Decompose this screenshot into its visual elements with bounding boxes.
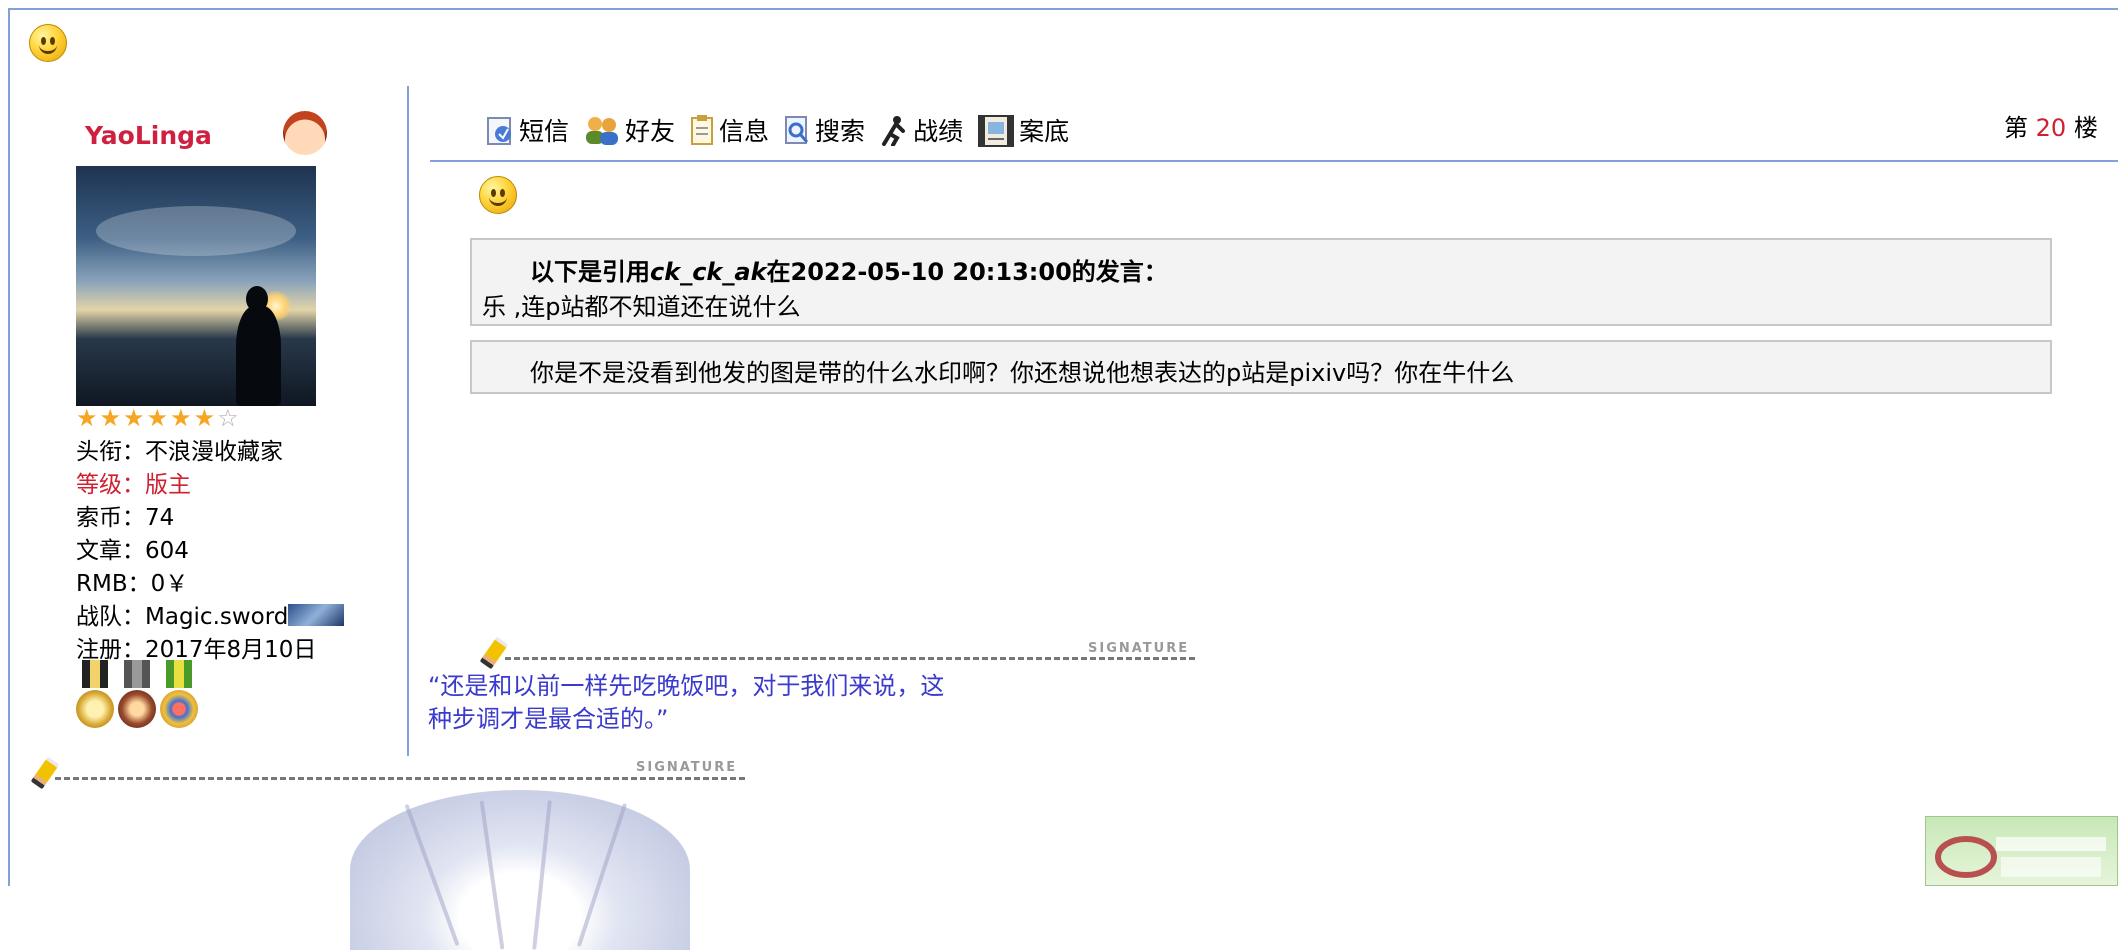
rank-stars: ★ ★ ★ ★ ★ ★ ☆ <box>76 406 239 430</box>
post-smiley-icon <box>479 176 517 214</box>
signature-divider <box>505 657 1195 660</box>
signature-text: “还是和以前一样先吃晚饭吧，对于我们来说，这种步调才是最合适的。” <box>428 672 945 733</box>
toolbar-friends-button[interactable]: 好友 <box>583 112 675 148</box>
author-username[interactable]: YaoLinga <box>85 121 212 150</box>
record-icon <box>879 114 909 147</box>
author-avatar[interactable] <box>76 166 316 406</box>
page-top-border <box>8 8 2118 10</box>
toolbar-record-button[interactable]: 战绩 <box>879 112 963 148</box>
star-filled-icon: ★ <box>170 404 192 432</box>
header-rule <box>430 160 2118 162</box>
site-watermark-logo <box>1925 816 2118 886</box>
star-empty-icon: ☆ <box>217 404 239 432</box>
friends-icon <box>583 114 621 146</box>
author-registered: 注册：2017年8月10日 <box>76 637 317 663</box>
star-filled-icon: ★ <box>123 404 145 432</box>
star-filled-icon: ★ <box>146 404 169 432</box>
author-level: 等级：版主 <box>76 472 191 498</box>
team-link[interactable]: Magic.sword <box>145 604 288 630</box>
medal-icon <box>160 660 198 730</box>
team-banner-icon <box>288 604 345 626</box>
user-gender-avatar-icon <box>283 111 327 155</box>
signature-pencil-icon <box>479 636 509 670</box>
floor-number: 第 20 楼 <box>2004 114 2098 142</box>
signature-tag: SIGNATURE <box>636 760 738 775</box>
reply-text: 你是不是没看到他发的图是带的什么水印啊？你还想说他想表达的p站是pixiv吗？你… <box>530 359 1515 387</box>
quote-body: 乐 ,连p站都不知道还在说什么 <box>482 293 801 321</box>
column-divider <box>407 86 409 756</box>
toolbar-message-button[interactable]: 短信 <box>485 112 569 148</box>
signature-pencil-icon <box>30 756 60 790</box>
medal-icon <box>76 660 114 730</box>
quote-header: 以下是引用ck_ck_ak在2022-05-10 20:13:00的发言： <box>530 258 1168 286</box>
page-left-border <box>8 8 10 886</box>
message-icon <box>485 114 515 146</box>
toolbar-label: 搜索 <box>815 117 866 146</box>
star-filled-icon: ★ <box>76 404 98 432</box>
author-posts: 文章：604 <box>76 538 189 564</box>
post-toolbar: 短信 好友 信息 搜索 战绩 案底 <box>485 110 1069 150</box>
signature-image <box>350 790 690 950</box>
medal-row <box>76 660 198 730</box>
author-coins: 索币：74 <box>76 505 175 531</box>
toolbar-info-button[interactable]: 信息 <box>689 112 769 148</box>
file-icon <box>977 114 1015 147</box>
toolbar-label: 好友 <box>625 117 676 146</box>
toolbar-search-button[interactable]: 搜索 <box>783 112 865 148</box>
medal-icon <box>118 660 156 730</box>
author-title: 头衔：不浪漫收藏家 <box>76 439 283 465</box>
toolbar-label: 战绩 <box>913 117 964 146</box>
star-filled-icon: ★ <box>99 404 122 432</box>
star-filled-icon: ★ <box>193 404 216 432</box>
toolbar-file-button[interactable]: 案底 <box>977 112 1069 148</box>
quoted-username[interactable]: ck_ck_ak <box>650 258 767 286</box>
author-rmb: RMB：0￥ <box>76 571 189 597</box>
toolbar-label: 案底 <box>1019 117 1070 146</box>
author-team: 战队：Magic.sword <box>76 597 345 631</box>
smiley-emoticon-icon <box>29 24 67 62</box>
signature-tag: SIGNATURE <box>1088 641 1190 656</box>
info-icon <box>689 114 715 146</box>
search-icon <box>783 114 811 146</box>
signature-divider <box>55 777 745 780</box>
toolbar-label: 信息 <box>719 117 770 146</box>
toolbar-label: 短信 <box>519 117 570 146</box>
